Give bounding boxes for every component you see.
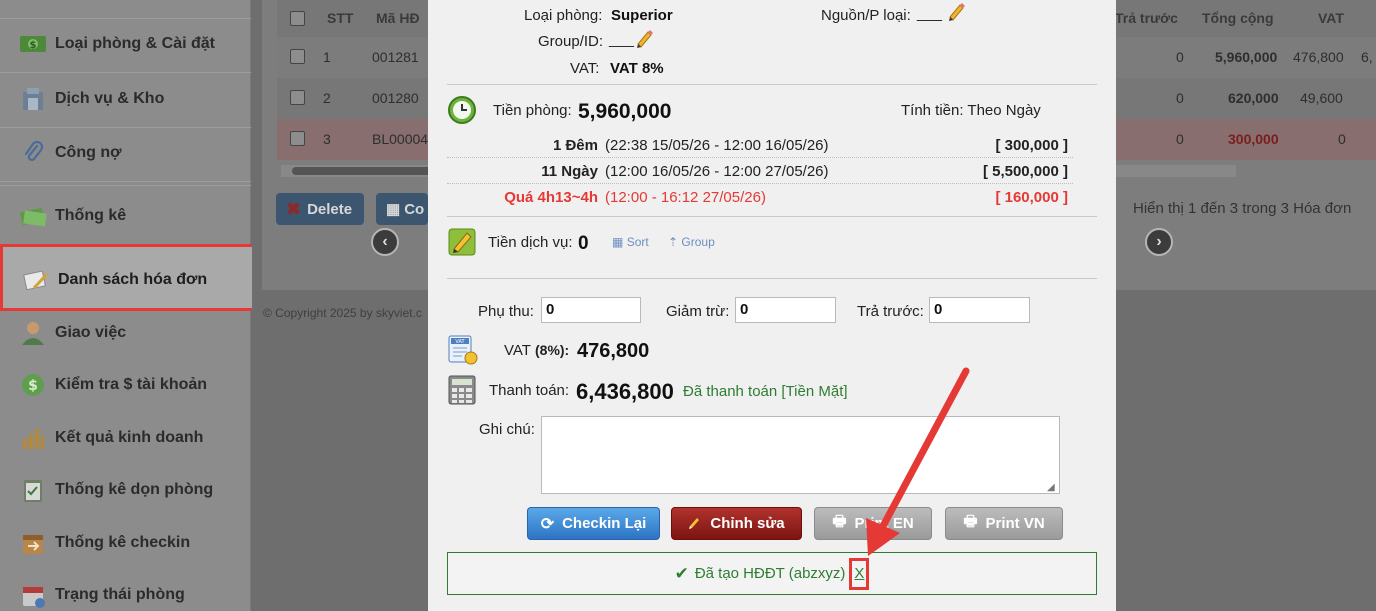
annotation-arrow	[866, 367, 970, 556]
